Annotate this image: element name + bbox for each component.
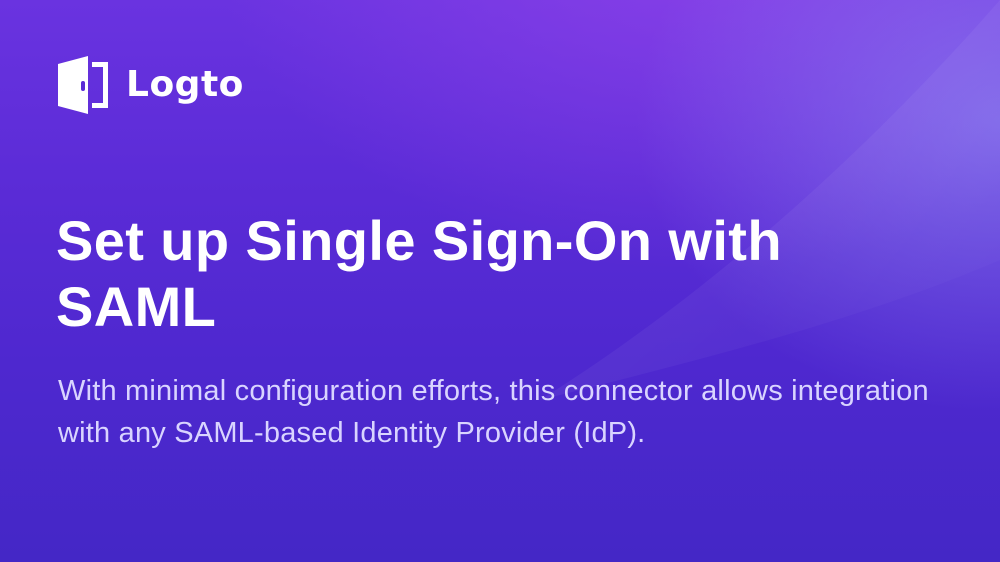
door-icon bbox=[58, 56, 108, 114]
logo: Logto bbox=[58, 56, 244, 114]
brand-name: Logto bbox=[126, 64, 244, 105]
page-title: Set up Single Sign-On with SAML bbox=[56, 209, 782, 338]
hero-banner: Logto Set up Single Sign-On with SAML Wi… bbox=[0, 0, 1000, 562]
page-subtitle: With minimal configuration efforts, this… bbox=[58, 375, 929, 449]
